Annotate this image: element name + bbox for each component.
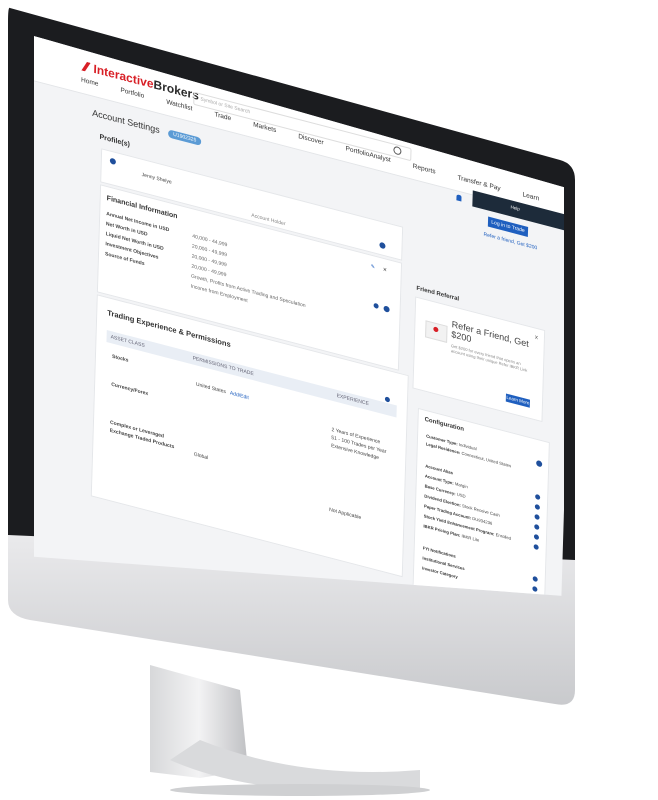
refer-friend-link[interactable]: Refer a friend, Get $200 [483, 232, 537, 252]
complex-region: Global [193, 451, 209, 462]
info-icon[interactable] [109, 157, 116, 166]
referral-heading: Friend Referral [416, 285, 460, 303]
gear-icon[interactable] [373, 302, 379, 309]
pricing-plan-value: IBKR Lite [461, 533, 480, 543]
gear-icon[interactable] [535, 493, 541, 501]
gear-icon[interactable] [534, 513, 540, 521]
nav-watchlist[interactable]: Watchlist [166, 99, 192, 113]
yield-program-value: Enrolled [495, 531, 512, 541]
account-type-value: Margin [454, 481, 468, 490]
nav-home[interactable]: Home [81, 76, 99, 88]
close-icon[interactable]: ✕ [383, 267, 387, 274]
base-currency-value: USD [456, 491, 466, 499]
gear-icon[interactable] [384, 396, 390, 403]
stocks-region: United States [195, 381, 227, 396]
row-currency: Currency/Forex [111, 381, 149, 398]
nav-reports[interactable]: Reports [413, 163, 436, 176]
help-icon[interactable] [379, 241, 386, 250]
help-icon[interactable] [536, 459, 543, 468]
bell-icon[interactable] [456, 194, 462, 202]
configuration-card: Configuration Customer Type: Individual … [409, 407, 550, 596]
col-permissions: PERMISSIONS TO TRADE [192, 355, 254, 378]
gear-icon[interactable] [532, 575, 538, 583]
configuration-title: Configuration [424, 416, 465, 433]
legal-residence-value: Connecticut, United States [461, 450, 512, 469]
nav-portfolio[interactable]: Portfolio [120, 87, 144, 100]
add-edit-link[interactable]: Add/Edit [230, 390, 249, 401]
close-icon[interactable]: x [535, 335, 538, 342]
col-experience: EXPERIENCE [336, 392, 369, 408]
gear-icon[interactable] [532, 585, 538, 593]
gear-icon[interactable] [534, 503, 540, 511]
envelope-icon [425, 320, 448, 343]
edit-icon[interactable]: ✎ [371, 264, 375, 271]
account-badge: U1902325 [168, 129, 202, 146]
col-asset-class: ASSET CLASS [110, 334, 145, 349]
referral-card: Friend Referral x Refer a Friend, Get $2… [412, 286, 546, 423]
help-icon[interactable] [383, 305, 390, 313]
gear-icon[interactable] [533, 533, 540, 541]
paper-account-value: DU934236 [472, 515, 493, 527]
nav-learn[interactable]: Learn [522, 191, 539, 202]
gear-icon[interactable] [534, 523, 540, 531]
nav-transfer-pay[interactable]: Transfer & Pay [457, 174, 500, 192]
page-title-text: Account Settings [92, 107, 160, 136]
ib-logo-icon [81, 60, 90, 72]
gear-icon[interactable] [533, 543, 539, 551]
row-stocks: Stocks [111, 353, 129, 364]
profile-name: Jenny Shelye [141, 171, 172, 186]
not-applicable: Not Applicable [329, 506, 362, 522]
learn-more-button[interactable]: Learn More [505, 393, 531, 408]
profiles-heading: Profile(s) [99, 133, 130, 149]
ib-logo-icon [433, 326, 439, 333]
